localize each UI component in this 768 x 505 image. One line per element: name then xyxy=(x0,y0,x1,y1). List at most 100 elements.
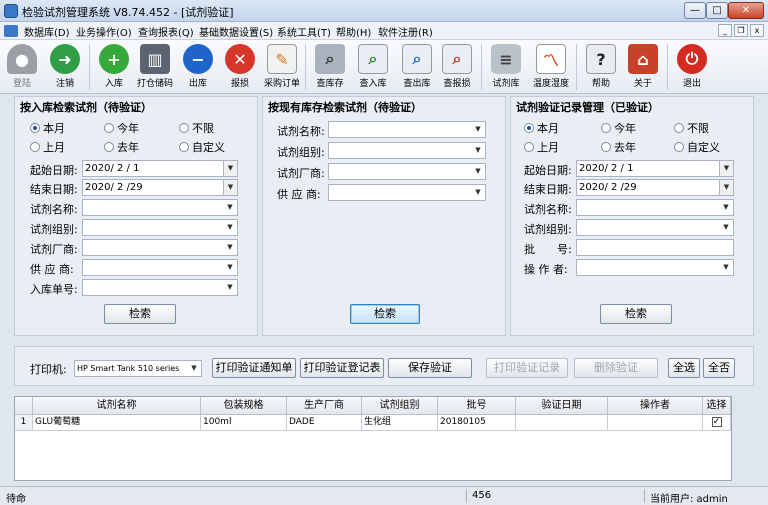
end-date-picker[interactable]: 2020/ 2 /29 ▼ xyxy=(82,179,238,196)
save-verify-button[interactable]: 保存验证 xyxy=(388,358,472,378)
radio-custom[interactable]: 自定义 xyxy=(179,139,225,155)
row-checkbox[interactable]: ✓ xyxy=(711,417,722,427)
reagent-name-select[interactable]: ▼ xyxy=(328,121,486,138)
radio-last-month[interactable]: 上月 xyxy=(524,139,559,155)
menu-operations[interactable]: 业务操作(O) xyxy=(76,24,132,39)
toolbar-loss-button[interactable]: ✕ 报损 xyxy=(220,42,260,92)
chevron-down-icon[interactable]: ▼ xyxy=(223,161,237,176)
chevron-down-icon[interactable]: ▼ xyxy=(223,200,237,215)
batch-number-input[interactable] xyxy=(576,239,734,256)
table-header[interactable]: 批号 xyxy=(438,397,516,415)
toolbar-exit-button[interactable]: ⏻ 退出 xyxy=(672,42,712,92)
chevron-down-icon[interactable]: ▼ xyxy=(719,220,733,235)
print-notice-button[interactable]: 打印验证通知单 xyxy=(212,358,296,378)
table-cell[interactable]: DADE xyxy=(287,415,362,431)
toolbar-help-button[interactable]: ? 帮助 xyxy=(581,42,621,92)
supplier-select[interactable]: ▼ xyxy=(82,259,238,276)
table-cell[interactable]: 100ml xyxy=(201,415,287,431)
table-cell[interactable] xyxy=(608,415,703,431)
order-number-select[interactable]: ▼ xyxy=(82,279,238,296)
select-all-button[interactable]: 全选 xyxy=(668,358,700,378)
radio-last-month[interactable]: 上月 xyxy=(30,139,65,155)
table-cell[interactable]: 生化组 xyxy=(362,415,438,431)
operator-select[interactable]: ▼ xyxy=(576,259,734,276)
table-header[interactable]: 包装规格 xyxy=(201,397,287,415)
delete-verify-button[interactable]: 删除验证 xyxy=(574,358,658,378)
menu-reports[interactable]: 查询报表(Q) xyxy=(138,24,194,39)
minimize-button[interactable]: — xyxy=(684,2,706,19)
chevron-down-icon[interactable]: ▼ xyxy=(471,122,485,137)
chevron-down-icon[interactable]: ▼ xyxy=(719,161,733,176)
toolbar-logout-button[interactable]: ➜ 注销 xyxy=(45,42,85,92)
chevron-down-icon[interactable]: ▼ xyxy=(719,180,733,195)
chevron-down-icon[interactable]: ▼ xyxy=(223,260,237,275)
table-header[interactable]: 操作者 xyxy=(608,397,703,415)
table-cell[interactable]: GLU葡萄糖 xyxy=(33,415,201,431)
start-date-picker[interactable]: 2020/ 2 / 1 ▼ xyxy=(576,160,734,177)
chevron-down-icon[interactable]: ▼ xyxy=(223,240,237,255)
table-header[interactable]: 试剂名称 xyxy=(33,397,201,415)
toolbar-query-stock-button[interactable]: ⌕ 查库存 xyxy=(310,42,350,92)
reagent-maker-select[interactable]: ▼ xyxy=(328,163,486,180)
chevron-down-icon[interactable]: ▼ xyxy=(719,260,733,275)
radio-last-year[interactable]: 去年 xyxy=(601,139,636,155)
table-header[interactable]: 选择 xyxy=(703,397,731,415)
radio-this-year[interactable]: 今年 xyxy=(601,120,636,136)
table-cell[interactable] xyxy=(516,415,608,431)
maximize-button[interactable]: □ xyxy=(706,2,728,19)
print-verify-record-button[interactable]: 打印验证记录 xyxy=(486,358,568,378)
table-header[interactable]: 生产厂商 xyxy=(287,397,362,415)
table-cell[interactable]: 20180105 xyxy=(438,415,516,431)
chevron-down-icon[interactable]: ▼ xyxy=(223,180,237,195)
reagent-name-select[interactable]: ▼ xyxy=(82,199,238,216)
chevron-down-icon[interactable]: ▼ xyxy=(471,143,485,158)
start-date-picker[interactable]: 2020/ 2 / 1 ▼ xyxy=(82,160,238,177)
radio-this-month[interactable]: 本月 xyxy=(524,120,559,136)
mdi-close-button[interactable]: x xyxy=(750,24,764,37)
chevron-down-icon[interactable]: ▼ xyxy=(471,164,485,179)
radio-unlimited[interactable]: 不限 xyxy=(179,120,214,136)
toolbar-query-loss-button[interactable]: ⌕ 查报损 xyxy=(437,42,477,92)
reagent-group-select[interactable]: ▼ xyxy=(576,219,734,236)
radio-custom[interactable]: 自定义 xyxy=(674,139,720,155)
chevron-down-icon[interactable]: ▼ xyxy=(719,200,733,215)
toolbar-query-in-button[interactable]: ⌕ 查入库 xyxy=(353,42,393,92)
table-header[interactable]: 验证日期 xyxy=(516,397,608,415)
table-header[interactable]: 试剂组别 xyxy=(362,397,438,415)
chevron-down-icon[interactable]: ▼ xyxy=(187,361,201,376)
toolbar-stock-out-button[interactable]: − 出库 xyxy=(178,42,218,92)
toolbar-stock-in-button[interactable]: + 入库 xyxy=(94,42,134,92)
reagent-group-select[interactable]: ▼ xyxy=(82,219,238,236)
mdi-restore-button[interactable]: ❐ xyxy=(734,24,748,37)
toolbar-barcode-button[interactable]: ▥ 打仓储码 xyxy=(135,42,175,92)
menu-base-settings[interactable]: 基础数据设置(S) xyxy=(199,24,273,39)
mdi-minimize-button[interactable]: _ xyxy=(718,24,732,37)
radio-this-year[interactable]: 今年 xyxy=(104,120,139,136)
radio-this-month[interactable]: 本月 xyxy=(30,120,65,136)
end-date-picker[interactable]: 2020/ 2 /29 ▼ xyxy=(576,179,734,196)
menu-register[interactable]: 软件注册(R) xyxy=(378,24,433,39)
reagent-maker-select[interactable]: ▼ xyxy=(82,239,238,256)
toolbar-reagent-db-button[interactable]: ≡ 试剂库 xyxy=(486,42,526,92)
search-button[interactable]: 检索 xyxy=(350,304,420,324)
menu-system-tools[interactable]: 系统工具(T) xyxy=(277,24,331,39)
chevron-down-icon[interactable]: ▼ xyxy=(223,280,237,295)
close-button[interactable]: ✕ xyxy=(728,2,764,19)
search-button[interactable]: 检索 xyxy=(600,304,672,324)
toolbar-login-button[interactable]: ● 登陆 xyxy=(2,42,42,92)
reagent-name-select[interactable]: ▼ xyxy=(576,199,734,216)
search-button[interactable]: 检索 xyxy=(104,304,176,324)
print-register-button[interactable]: 打印验证登记表 xyxy=(300,358,384,378)
radio-unlimited[interactable]: 不限 xyxy=(674,120,709,136)
chevron-down-icon[interactable]: ▼ xyxy=(471,185,485,200)
radio-last-year[interactable]: 去年 xyxy=(104,139,139,155)
chevron-down-icon[interactable]: ▼ xyxy=(223,220,237,235)
menu-database[interactable]: 数据库(D) xyxy=(24,24,70,39)
toolbar-purchase-button[interactable]: ✎ 采购订单 xyxy=(262,42,302,92)
supplier-select[interactable]: ▼ xyxy=(328,184,486,201)
toolbar-about-button[interactable]: ⌂ 关于 xyxy=(623,42,663,92)
printer-select[interactable]: HP Smart Tank 510 series ▼ xyxy=(74,360,202,377)
menu-help[interactable]: 帮助(H) xyxy=(336,24,371,39)
toolbar-temp-humidity-button[interactable]: 〽 温度湿度 xyxy=(531,42,571,92)
reagent-group-select[interactable]: ▼ xyxy=(328,142,486,159)
